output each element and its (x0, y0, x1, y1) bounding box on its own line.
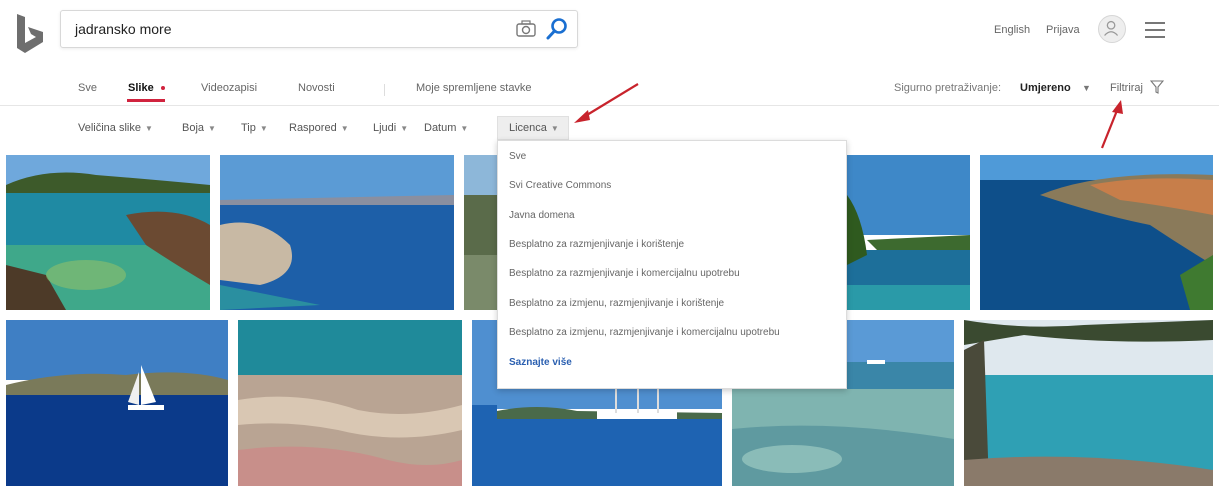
safesearch-value[interactable]: Umjereno (1020, 82, 1071, 94)
tab-images-label: Slike (128, 82, 154, 94)
menu-item-license-public[interactable]: Javna domena (509, 210, 575, 221)
image-result[interactable] (6, 155, 210, 310)
chevron-down-icon: ▼ (550, 124, 559, 133)
filter-size[interactable]: Veličina slike ▼ (78, 122, 153, 134)
safesearch-label: Sigurno pretraživanje: (894, 82, 1002, 94)
chevron-down-icon: ▼ (340, 124, 349, 133)
filter-icon[interactable] (1150, 80, 1164, 94)
filter-color-label: Boja (182, 122, 205, 134)
tab-saved[interactable]: Moje spremljene stavke (416, 82, 532, 94)
user-icon (1104, 20, 1119, 36)
filter-date[interactable]: Datum ▼ (424, 122, 468, 134)
image-result[interactable] (238, 320, 462, 486)
thumbnail-image (238, 320, 462, 486)
chevron-down-icon: ▼ (460, 124, 469, 133)
filter-layout[interactable]: Raspored ▼ (289, 122, 349, 134)
menu-item-license-share-use[interactable]: Besplatno za razmjenjivanje i korištenje (509, 239, 684, 250)
thumbnail-image (220, 155, 454, 310)
filter-license[interactable]: Licenca ▼ (509, 122, 559, 134)
menu-item-license-cc[interactable]: Svi Creative Commons (509, 180, 611, 191)
menu-item-license-modify-commercial[interactable]: Besplatno za izmjenu, razmjenjivanje i k… (509, 327, 780, 338)
filter-size-label: Veličina slike (78, 122, 141, 134)
chevron-down-icon[interactable]: ▼ (1082, 83, 1091, 93)
annotation-arrow-icon (1100, 100, 1123, 149)
menu-item-license-all[interactable]: Sve (509, 151, 526, 162)
language-link[interactable]: English (994, 24, 1030, 36)
thumbnail-image (6, 320, 228, 486)
avatar[interactable] (1098, 15, 1126, 43)
license-dropdown-menu: Sve Svi Creative Commons Javna domena Be… (497, 140, 847, 389)
annotation-arrow-icon (574, 83, 639, 123)
camera-icon[interactable] (515, 19, 537, 39)
menu-item-license-modify-use[interactable]: Besplatno za izmjenu, razmjenjivanje i k… (509, 298, 724, 309)
chevron-down-icon: ▼ (259, 124, 268, 133)
image-result[interactable] (472, 320, 497, 486)
filter-type-label: Tip (241, 122, 256, 134)
image-result[interactable] (847, 320, 954, 389)
tab-news[interactable]: Novosti (298, 82, 335, 94)
filter-type[interactable]: Tip ▼ (241, 122, 268, 134)
learn-more-link[interactable]: Saznajte više (509, 357, 572, 368)
image-result[interactable] (497, 389, 722, 486)
image-result[interactable] (6, 320, 228, 486)
thumbnail-image (964, 320, 1213, 486)
active-dot (160, 86, 165, 91)
thumbnail-image (464, 155, 498, 310)
filter-button[interactable]: Filtriraj (1110, 82, 1143, 94)
signin-link[interactable]: Prijava (1046, 24, 1080, 36)
image-result[interactable] (732, 389, 954, 486)
image-result[interactable] (847, 155, 970, 310)
search-icon[interactable] (545, 17, 569, 41)
image-result[interactable] (464, 155, 498, 310)
filter-color[interactable]: Boja ▼ (182, 122, 216, 134)
chevron-down-icon: ▼ (144, 124, 153, 133)
tab-all[interactable]: Sve (78, 82, 97, 94)
active-tab-underline (127, 99, 165, 102)
filter-license-label: Licenca (509, 122, 547, 134)
tab-divider (384, 84, 385, 96)
thumbnail-image (980, 155, 1213, 310)
tab-images[interactable]: Slike (128, 82, 165, 94)
filter-people[interactable]: Ljudi ▼ (373, 122, 408, 134)
search-box[interactable]: jadransko more (60, 10, 578, 48)
image-result[interactable] (964, 320, 1213, 486)
thumbnail-image (732, 389, 954, 486)
image-result[interactable] (220, 155, 454, 310)
thumbnail-image (472, 320, 497, 486)
chevron-down-icon: ▼ (400, 124, 409, 133)
search-input[interactable]: jadransko more (75, 21, 172, 37)
hamburger-menu-icon[interactable] (1145, 22, 1165, 38)
thumbnail-image (497, 389, 722, 486)
chevron-down-icon: ▼ (208, 124, 216, 133)
thumbnail-image (847, 320, 954, 389)
image-result[interactable] (980, 155, 1213, 310)
filter-layout-label: Raspored (289, 122, 337, 134)
thumbnail-image (847, 155, 970, 310)
filter-people-label: Ljudi (373, 122, 397, 134)
filter-date-label: Datum (424, 122, 457, 134)
bing-logo-icon[interactable] (14, 12, 48, 56)
thumbnail-image (6, 155, 210, 310)
menu-item-license-share-commercial[interactable]: Besplatno za razmjenjivanje i komercijal… (509, 268, 740, 279)
tab-videos[interactable]: Videozapisi (201, 82, 257, 94)
